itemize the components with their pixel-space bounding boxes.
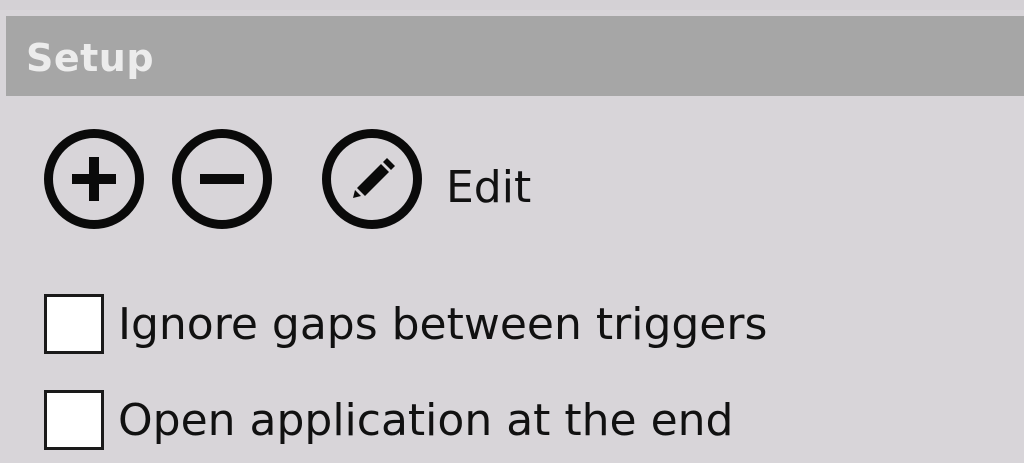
ignore-gaps-checkbox[interactable] [44,294,104,354]
remove-button[interactable] [172,129,272,229]
open-app-option[interactable]: Open application at the end [44,388,733,452]
panel-header: Setup [6,16,1024,96]
panel-title: Setup [26,36,155,80]
add-button[interactable] [44,129,144,229]
plus-circle-icon [72,157,116,201]
minus-circle-icon [200,174,244,184]
ignore-gaps-label[interactable]: Ignore gaps between triggers [118,299,767,350]
pencil-circle-icon [353,158,395,198]
open-app-label[interactable]: Open application at the end [118,395,733,446]
edit-button[interactable] [322,129,422,229]
setup-panel: Setup Edit Ignore gaps between triggers … [0,0,1024,463]
open-app-checkbox[interactable] [44,390,104,450]
edit-label[interactable]: Edit [446,162,531,213]
ignore-gaps-option[interactable]: Ignore gaps between triggers [44,292,767,356]
